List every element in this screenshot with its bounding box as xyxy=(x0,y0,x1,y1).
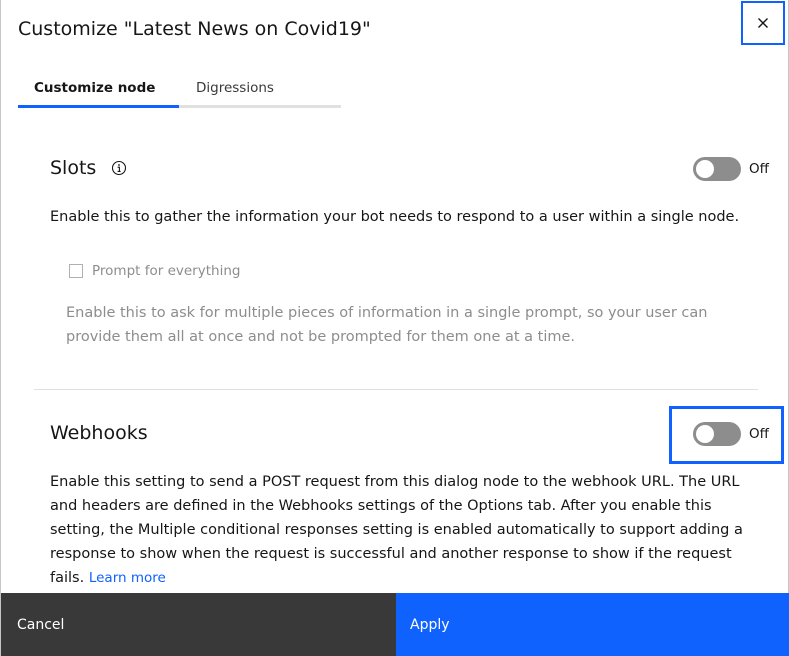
slots-heading: Slots xyxy=(50,157,97,179)
webhooks-toggle[interactable]: Off xyxy=(693,422,769,446)
prompt-for-everything-label: Prompt for everything xyxy=(92,263,241,279)
toggle-track xyxy=(693,422,741,446)
toggle-knob xyxy=(696,425,714,443)
tab-customize-node[interactable]: Customize node xyxy=(18,70,179,108)
apply-button-label: Apply xyxy=(410,616,450,633)
dialog-title: Customize "Latest News on Covid19" xyxy=(18,18,371,40)
tab-list: Customize node Digressions xyxy=(18,70,341,108)
slots-toggle[interactable]: Off xyxy=(693,157,769,181)
toggle-knob xyxy=(696,160,714,178)
section-divider xyxy=(34,389,758,390)
cancel-button[interactable]: Cancel xyxy=(1,593,396,656)
slots-description: Enable this to gather the information yo… xyxy=(50,209,740,225)
checkbox-box[interactable] xyxy=(69,264,83,278)
toggle-track xyxy=(693,157,741,181)
webhooks-heading: Webhooks xyxy=(50,422,148,444)
close-icon xyxy=(758,18,768,28)
dialog-footer: Cancel Apply xyxy=(1,593,789,656)
tab-label: Digressions xyxy=(196,79,274,96)
information-icon[interactable] xyxy=(111,160,127,176)
slots-toggle-state: Off xyxy=(749,161,769,177)
apply-button[interactable]: Apply xyxy=(396,593,789,656)
tab-label: Customize node xyxy=(34,79,156,96)
customize-node-dialog: Customize "Latest News on Covid19" Custo… xyxy=(0,0,789,656)
learn-more-link[interactable]: Learn more xyxy=(89,570,166,586)
cancel-button-label: Cancel xyxy=(17,616,65,633)
prompt-description: Enable this to ask for multiple pieces o… xyxy=(66,305,708,345)
close-button[interactable] xyxy=(741,1,785,45)
prompt-for-everything-checkbox[interactable]: Prompt for everything xyxy=(69,263,240,279)
tab-digressions[interactable]: Digressions xyxy=(179,70,341,108)
webhooks-description: Enable this setting to send a POST reque… xyxy=(50,470,750,590)
webhooks-toggle-state: Off xyxy=(749,426,769,442)
